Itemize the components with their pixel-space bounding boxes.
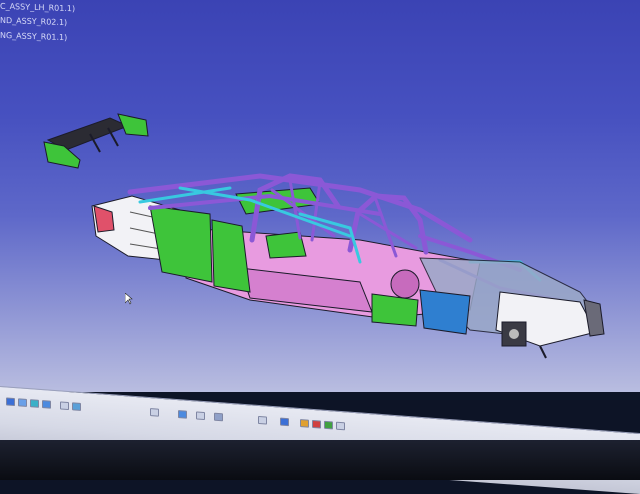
view-icon[interactable] (30, 399, 39, 408)
rotate-icon[interactable] (150, 408, 159, 417)
front-structure[interactable] (419, 257, 605, 359)
pan-icon[interactable] (60, 401, 69, 411)
zoom-icon[interactable] (42, 400, 51, 409)
normal-view-icon[interactable] (178, 410, 187, 419)
render-icon[interactable] (312, 419, 321, 429)
color-icon[interactable] (324, 420, 333, 430)
snap-icon[interactable] (18, 398, 27, 407)
measure-icon[interactable] (280, 417, 289, 427)
monitor-bezel (0, 440, 640, 480)
section-icon[interactable] (300, 419, 309, 428)
3d-viewport[interactable]: C_ASSY_LH_R01.1) ND_ASSY_R02.1) NG_ASSY_… (0, 0, 640, 392)
hide-show-icon[interactable] (258, 415, 267, 425)
rear-wing[interactable] (43, 113, 149, 169)
materials-icon[interactable] (336, 421, 345, 431)
shading-icon[interactable] (214, 412, 223, 422)
chassis-model[interactable] (0, 0, 640, 392)
select-icon[interactable] (6, 397, 15, 407)
iso-view-icon[interactable] (196, 411, 205, 421)
mouse-cursor-icon (125, 293, 133, 305)
fit-all-icon[interactable] (72, 402, 81, 411)
